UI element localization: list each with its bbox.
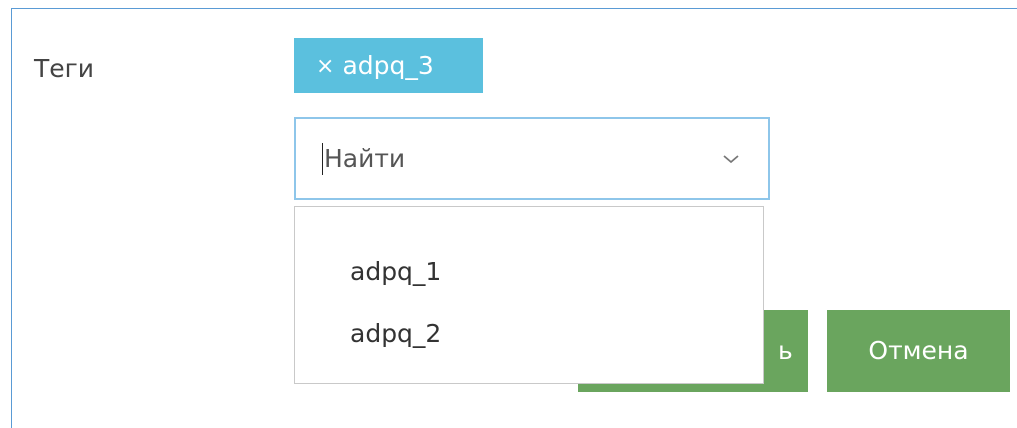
save-button-label: ь xyxy=(778,336,793,365)
tags-label: Теги xyxy=(34,54,95,83)
cancel-button-label: Отмена xyxy=(868,336,969,365)
dropdown-option[interactable]: adpq_1 xyxy=(350,257,441,287)
tag-search-box[interactable] xyxy=(294,117,770,200)
tag-label: adpq_3 xyxy=(342,50,434,80)
chevron-down-icon[interactable] xyxy=(722,154,740,164)
text-caret xyxy=(322,142,323,175)
cancel-button[interactable]: Отмена xyxy=(827,310,1010,392)
dropdown-option[interactable]: adpq_2 xyxy=(350,319,441,349)
tag-options-dropdown: adpq_1 adpq_2 xyxy=(294,206,764,384)
remove-tag-icon[interactable]: × xyxy=(316,55,334,78)
tag-search-input[interactable] xyxy=(324,142,712,175)
tag-chip-adpq-3[interactable]: × adpq_3 xyxy=(294,38,483,93)
